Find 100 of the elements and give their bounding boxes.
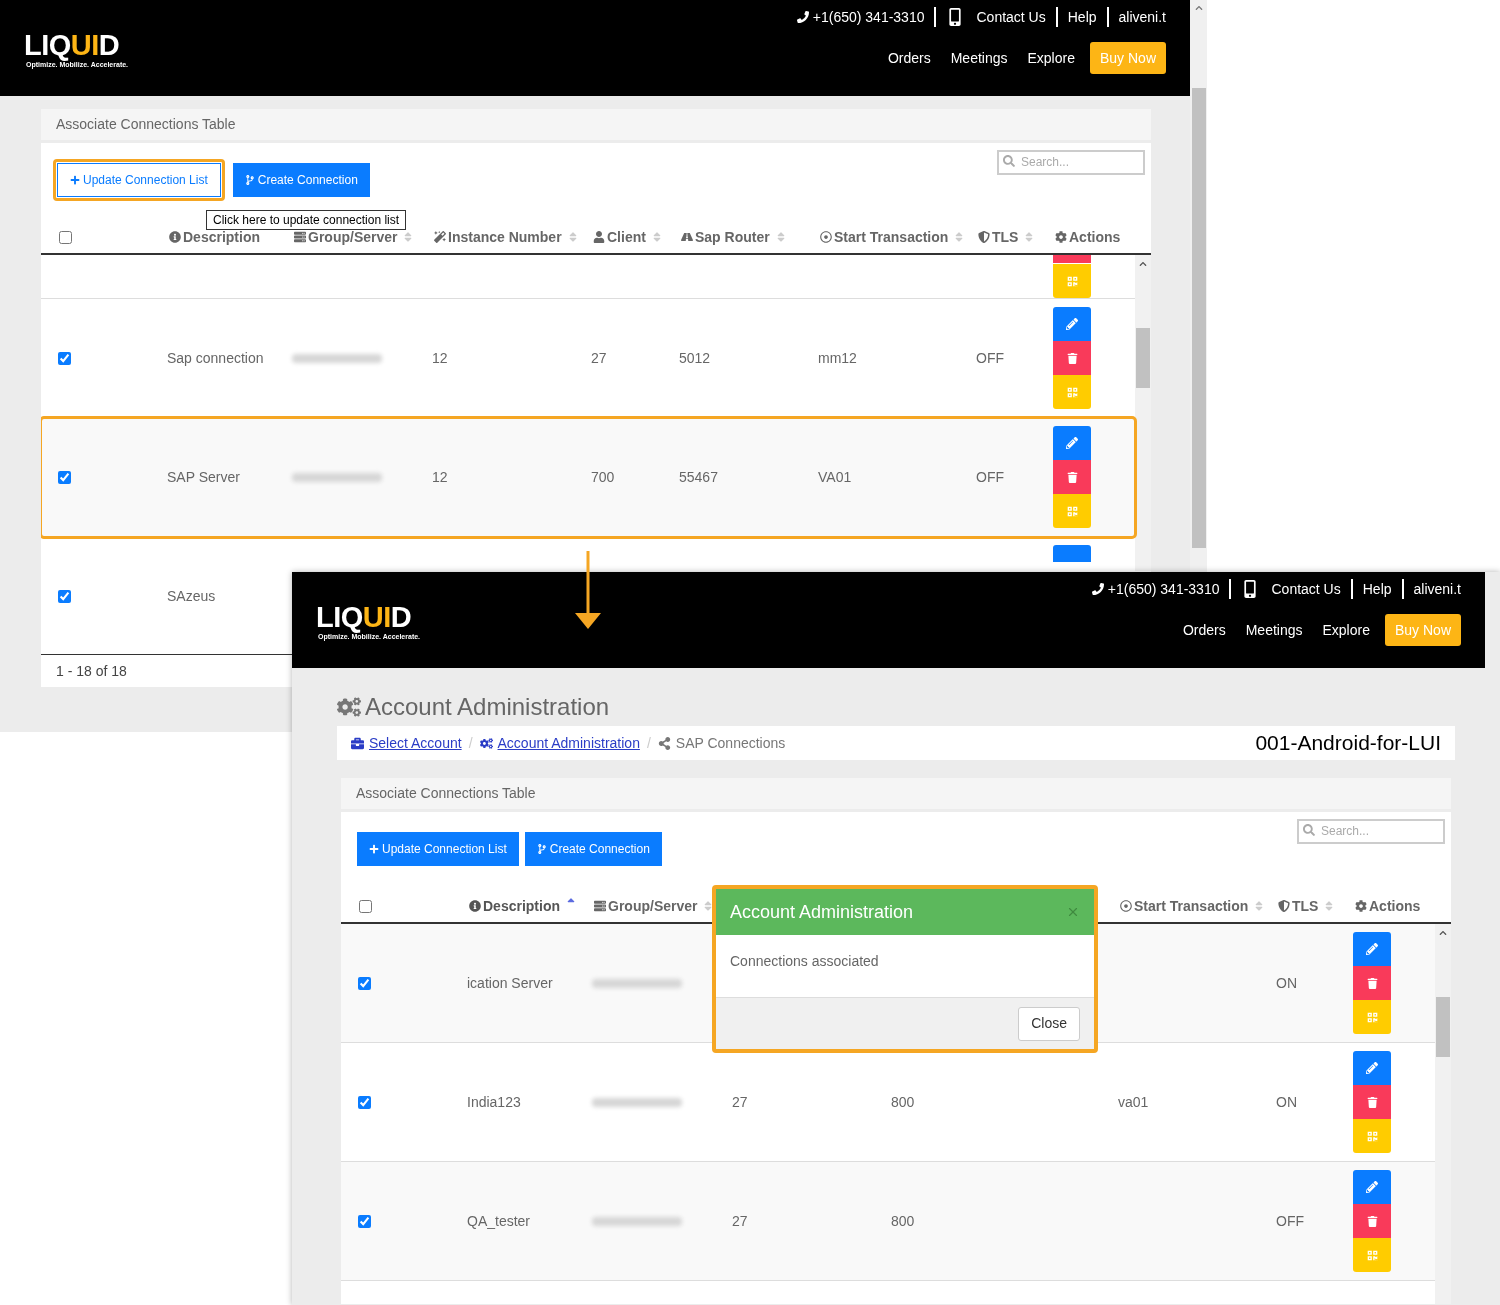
breadcrumb-separator: / xyxy=(468,733,473,753)
table-cell: 27 xyxy=(732,1093,748,1110)
close-icon[interactable] xyxy=(1066,905,1080,919)
column-header[interactable]: Group/Server xyxy=(594,895,715,917)
pagination-text: 1 - 18 of 18 xyxy=(56,661,127,681)
scroll-up-icon[interactable] xyxy=(1439,929,1447,937)
column-header[interactable]: TLS xyxy=(1278,895,1336,917)
delete-button[interactable] xyxy=(1053,341,1091,375)
search-field[interactable]: Search... xyxy=(1297,818,1445,844)
user-link[interactable]: aliveni.t xyxy=(1413,578,1461,600)
search-field[interactable]: Search... xyxy=(997,149,1145,175)
table-cell: India123 xyxy=(467,1093,521,1110)
page-scrollbar[interactable] xyxy=(1190,0,1207,572)
edit-button[interactable] xyxy=(1053,307,1091,341)
column-header[interactable]: Start Transaction xyxy=(820,226,966,248)
scroll-thumb[interactable] xyxy=(1436,997,1450,1057)
column-header[interactable]: Start Transaction xyxy=(1120,895,1266,917)
shield-icon xyxy=(978,231,990,243)
edit-button[interactable] xyxy=(1353,1170,1391,1204)
update-connection-list-button[interactable]: Update Connection List xyxy=(357,832,519,866)
list-icon xyxy=(594,900,606,912)
plus-icon xyxy=(70,175,80,185)
trash-icon xyxy=(1066,471,1078,483)
qr-icon xyxy=(1366,1249,1378,1261)
delete-button[interactable] xyxy=(1353,966,1391,1000)
phone-icon xyxy=(1091,583,1104,595)
column-header[interactable]: Description xyxy=(469,895,577,917)
row-checkbox[interactable] xyxy=(359,899,372,913)
column-header[interactable]: Actions xyxy=(1355,895,1421,917)
edit-button[interactable] xyxy=(1353,1051,1391,1085)
breadcrumb-link[interactable]: Account Administration xyxy=(497,732,640,754)
qr-icon xyxy=(1366,1011,1378,1023)
help-link[interactable]: Help xyxy=(1362,578,1392,600)
row-checkbox[interactable] xyxy=(59,230,72,244)
nav-link[interactable]: Orders xyxy=(1182,619,1226,641)
table-cell: Sap connection xyxy=(167,349,264,366)
qr-icon xyxy=(1066,275,1078,287)
delete-button[interactable] xyxy=(1353,1085,1391,1119)
nav-link[interactable]: Explore xyxy=(1027,47,1075,69)
scrollbar[interactable] xyxy=(1435,924,1451,1304)
nav-link[interactable]: Meetings xyxy=(950,47,1008,69)
qr-icon xyxy=(1066,386,1078,398)
settings-icon xyxy=(1055,231,1067,243)
scroll-up-icon[interactable] xyxy=(1139,260,1147,268)
table-cell: 55467 xyxy=(679,468,718,485)
row-checkbox[interactable] xyxy=(58,351,71,365)
row-checkbox[interactable] xyxy=(358,1214,371,1228)
table-cell: 27 xyxy=(732,1212,748,1229)
card-title: Associate Connections Table xyxy=(356,784,536,803)
scroll-thumb[interactable] xyxy=(1136,328,1150,388)
delete-button[interactable] xyxy=(1353,1204,1391,1238)
create-connection-button[interactable]: Create Connection xyxy=(524,832,662,866)
help-link[interactable]: Help xyxy=(1067,6,1097,28)
nav-link[interactable]: Orders xyxy=(887,47,931,69)
table-cell: 12 xyxy=(432,349,448,366)
breadcrumb-link[interactable]: Select Account xyxy=(369,732,462,754)
create-connection-button[interactable]: Create Connection xyxy=(232,163,370,197)
card-title: Associate Connections Table xyxy=(56,115,236,134)
row-checkbox[interactable] xyxy=(58,470,71,484)
column-header[interactable]: Actions xyxy=(1055,226,1121,248)
row-checkbox[interactable] xyxy=(58,589,71,603)
table-cell: 5012 xyxy=(679,349,711,366)
delete-button[interactable] xyxy=(1053,460,1091,494)
table-cell: OFF xyxy=(1276,1212,1304,1229)
table-cell: 800 xyxy=(891,1212,915,1229)
user-link[interactable]: aliveni.t xyxy=(1118,6,1166,28)
column-header[interactable]: TLS xyxy=(978,226,1036,248)
target-icon xyxy=(1120,900,1132,912)
share-icon xyxy=(657,736,671,750)
scrollbar[interactable] xyxy=(1135,255,1151,571)
close-button[interactable]: Close xyxy=(1018,1006,1080,1041)
info-icon xyxy=(169,231,181,243)
scroll-thumb[interactable] xyxy=(1191,88,1206,548)
column-header[interactable]: Instance Number xyxy=(434,226,579,248)
page-title: Account Administration xyxy=(365,692,610,722)
qr-icon xyxy=(1366,1130,1378,1142)
table-cell: SAzeus xyxy=(167,587,216,604)
dialog-title: Account Administration xyxy=(730,900,914,924)
contact-link[interactable]: Contact Us xyxy=(1271,578,1341,600)
user-icon xyxy=(593,231,605,243)
table-cell: QA_tester xyxy=(467,1212,531,1229)
row-checkbox[interactable] xyxy=(358,1095,371,1109)
column-header[interactable]: Client xyxy=(593,226,663,248)
edit-button[interactable] xyxy=(1053,426,1091,460)
nav-link[interactable]: Explore xyxy=(1322,619,1370,641)
column-header[interactable]: Sap Router xyxy=(681,226,787,248)
table-cell: ON xyxy=(1276,1093,1297,1110)
nav-link[interactable]: Meetings xyxy=(1245,619,1303,641)
pencil-icon xyxy=(1366,943,1378,955)
row-checkbox[interactable] xyxy=(358,976,371,990)
gears-icon xyxy=(337,695,361,719)
contact-link[interactable]: Contact Us xyxy=(976,6,1046,28)
table-cell: ON xyxy=(1276,974,1297,991)
edit-button[interactable] xyxy=(1353,932,1391,966)
pencil-icon xyxy=(1066,318,1078,330)
update-connection-list-button[interactable]: Update Connection List xyxy=(57,163,221,197)
branch-icon xyxy=(536,844,547,854)
search-icon xyxy=(1303,824,1315,836)
qr-button[interactable] xyxy=(1053,264,1091,298)
scroll-up-icon[interactable] xyxy=(1194,4,1203,12)
